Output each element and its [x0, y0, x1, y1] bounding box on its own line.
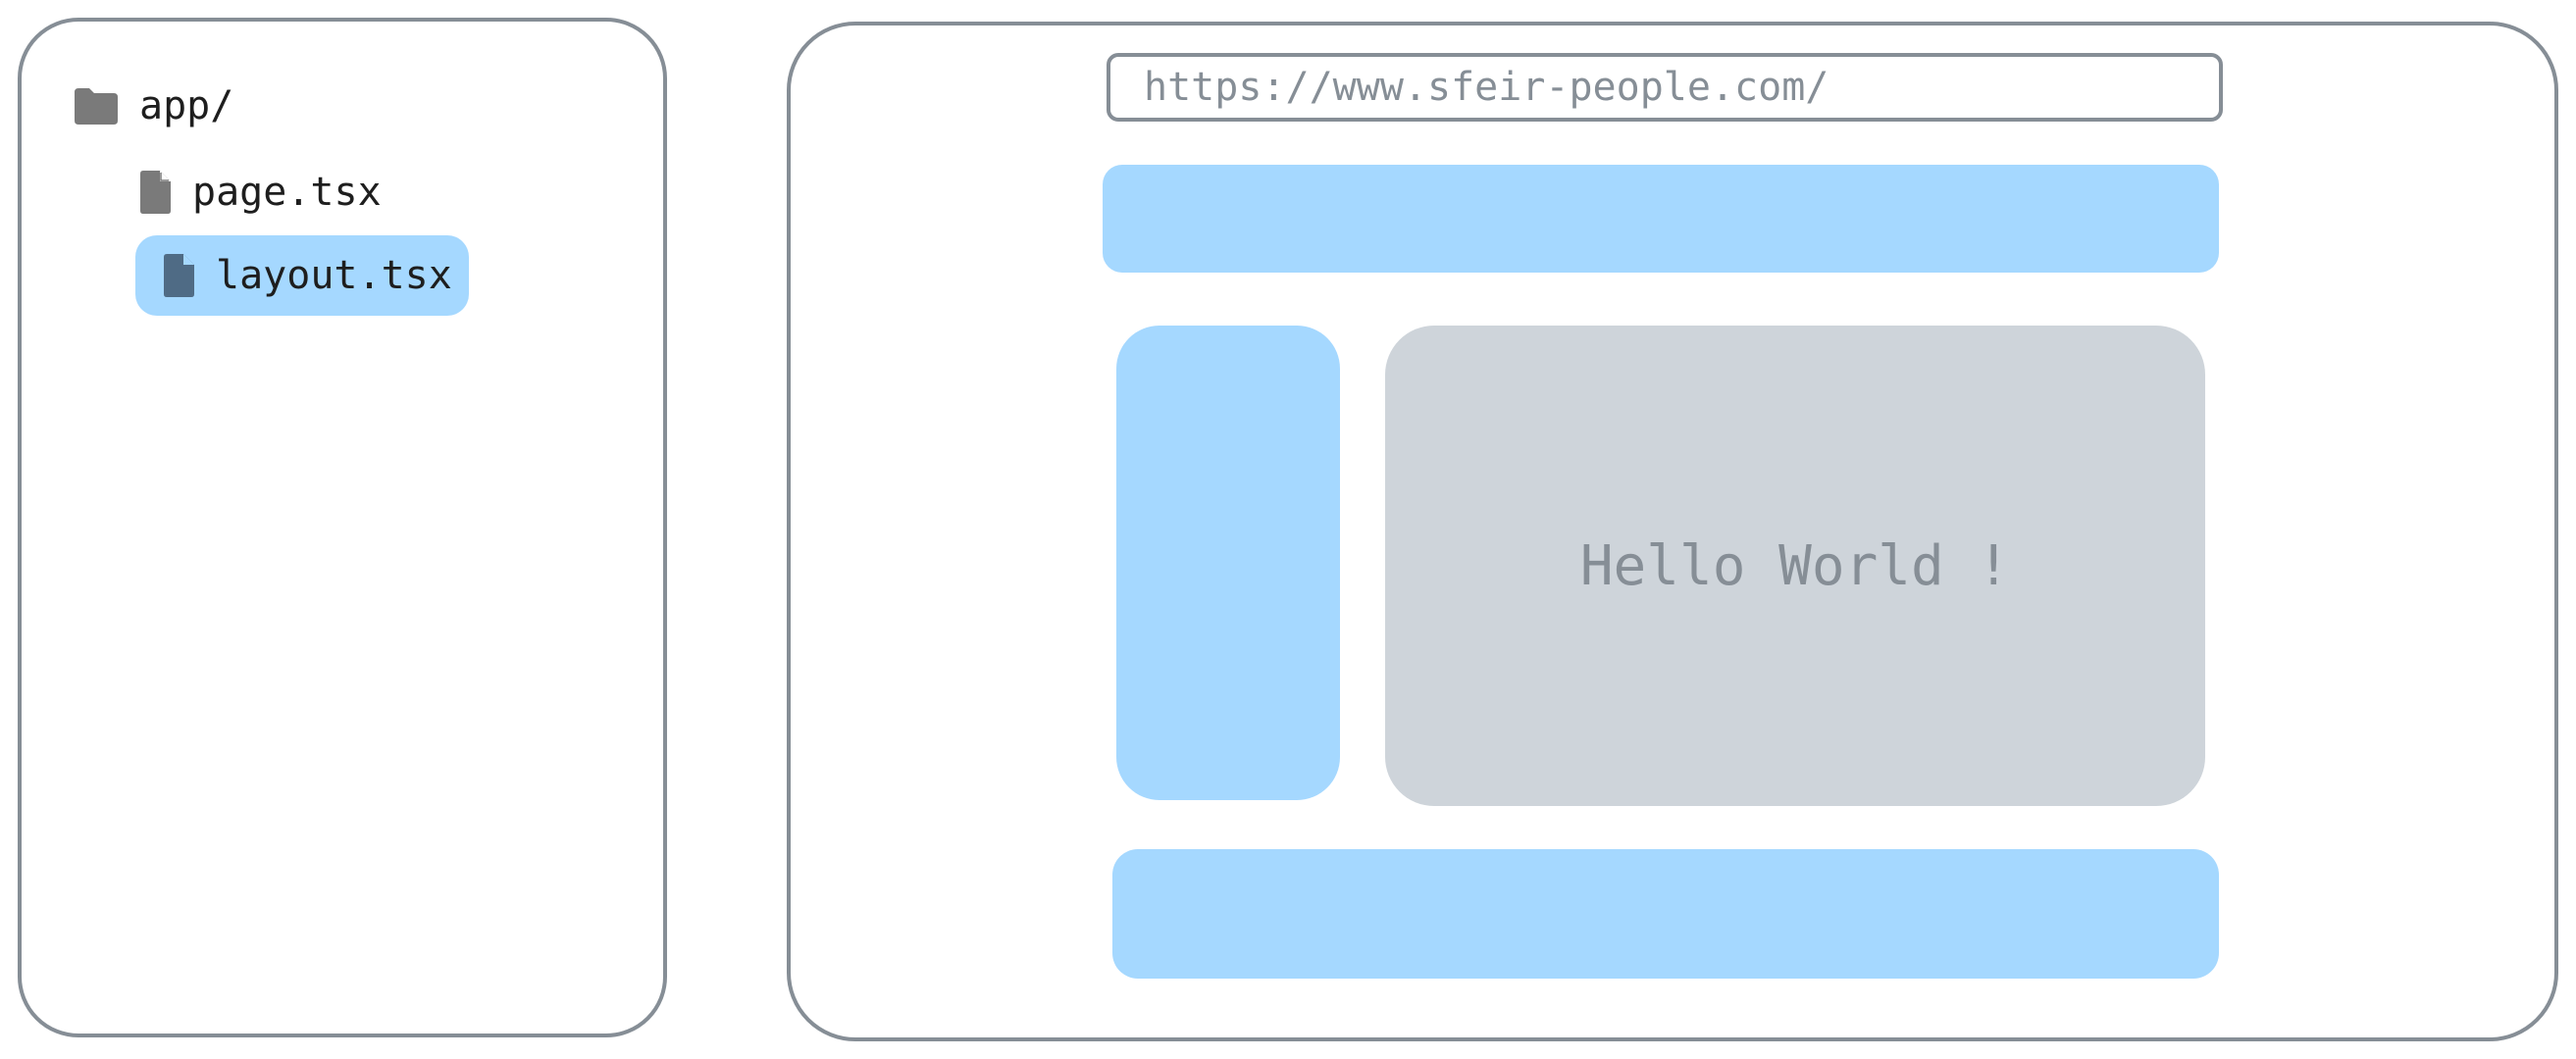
tree-file-label: layout.tsx	[216, 253, 452, 298]
layout-sidebar-block	[1116, 326, 1340, 800]
page-content-text: Hello World !	[1579, 533, 2011, 598]
url-bar[interactable]: https://www.sfeir-people.com/	[1107, 53, 2223, 122]
folder-icon	[73, 86, 120, 126]
url-text: https://www.sfeir-people.com/	[1144, 65, 1829, 110]
tree-file-layout-selected[interactable]: layout.tsx	[135, 235, 469, 316]
layout-header-block	[1103, 165, 2219, 273]
file-icon	[161, 252, 196, 299]
tree-folder-label: app/	[139, 83, 234, 128]
tree-folder-app[interactable]: app/	[73, 71, 233, 141]
page-content-block: Hello World !	[1385, 326, 2205, 806]
tree-file-label: page.tsx	[192, 170, 382, 215]
tree-file-page[interactable]: page.tsx	[137, 157, 382, 227]
layout-footer-block	[1112, 849, 2219, 979]
file-icon	[137, 169, 173, 216]
